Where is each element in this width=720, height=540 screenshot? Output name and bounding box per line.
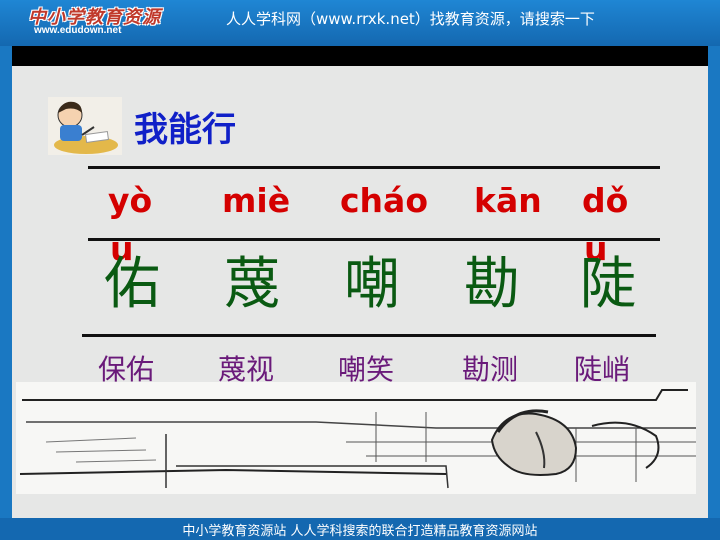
character-you: 佑 (104, 252, 160, 317)
character-kan: 勘 (464, 252, 520, 317)
character-dou: 陡 (580, 252, 636, 317)
site-logo-url[interactable]: www.edudown.net (34, 25, 121, 36)
pinyin-chao: cháo (340, 181, 428, 220)
student-writing-icon (48, 97, 122, 155)
rule-middle (88, 238, 660, 241)
header-banner: 人人学科网（www.rrxk.net）找教育资源，请搜索一下 (226, 10, 595, 28)
rule-bottom (82, 334, 656, 337)
rule-top (88, 166, 660, 169)
pinyin-you: yò (108, 181, 153, 220)
sketch-illustration (16, 382, 696, 494)
character-chao: 嘲 (344, 252, 400, 317)
pinyin-kan: kān (474, 181, 542, 220)
site-footer: 中小学教育资源站 人人学科搜索的联合打造精品教育资源网站 (0, 518, 720, 540)
footer-text: 中小学教育资源站 人人学科搜索的联合打造精品教育资源网站 (182, 524, 538, 539)
character-mie: 蔑 (224, 252, 280, 317)
pinyin-dou: dǒ (582, 181, 629, 220)
pinyin-mie: miè (222, 181, 291, 220)
slide-title: 我能行 (134, 110, 236, 150)
site-header: 中小学教育资源 www.edudown.net 人人学科网（www.rrxk.n… (0, 0, 720, 46)
slide-top-bar (12, 46, 708, 66)
